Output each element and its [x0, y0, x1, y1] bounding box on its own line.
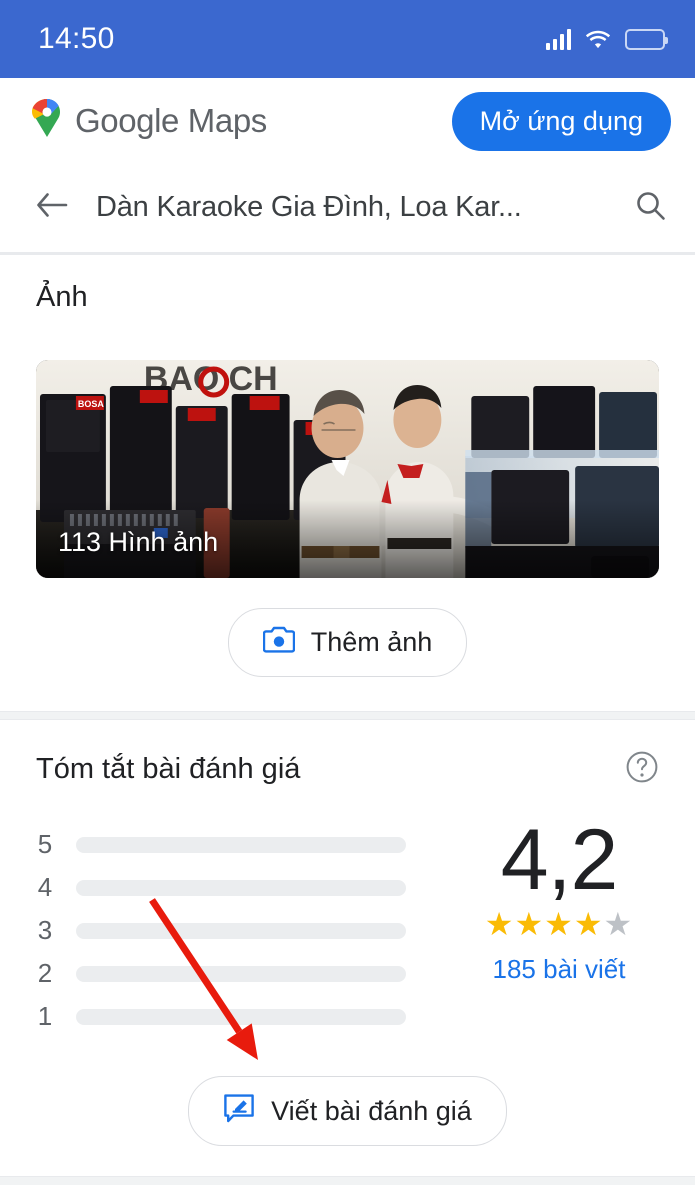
- camera-icon: [262, 626, 295, 659]
- add-photo-button[interactable]: Thêm ảnh: [227, 608, 468, 677]
- wifi-icon: [585, 29, 611, 49]
- mobile-screen: 14:50 Google Maps Mở ứng dụng Dàn Karaok…: [0, 0, 695, 1200]
- rate-review-icon: [223, 1094, 255, 1128]
- rating-bar-label: 1: [37, 1001, 53, 1031]
- signal-bars-icon: [545, 28, 571, 50]
- rating-score-column: 4,2 ★★★★★ 185 bài viết: [459, 812, 659, 985]
- review-summary-section: Tóm tắt bài đánh giá 5 4 3 2 1 4,2 ★★★★★…: [0, 720, 695, 1176]
- status-icons-group: [545, 28, 668, 50]
- rating-bars-column: 5 4 3 2 1: [36, 819, 447, 1038]
- rating-bar-track: [76, 836, 406, 853]
- rating-bar-track: [76, 1008, 406, 1025]
- photo-thumbnail[interactable]: BAO CH BOSA 113 Hình ảnh: [36, 360, 659, 578]
- rating-stars: ★★★★★: [459, 908, 659, 940]
- rating-bar-track: [76, 879, 406, 896]
- write-review-button[interactable]: Viết bài đánh giá: [188, 1076, 507, 1146]
- review-summary-title: Tóm tắt bài đánh giá: [36, 753, 301, 785]
- photos-section: Ảnh BAO CH BOSA 113 Hình ảnh Thêm ảnh: [0, 255, 695, 711]
- help-circle-icon[interactable]: [625, 750, 659, 789]
- star-3-icon: ★: [544, 906, 574, 943]
- section-divider: [0, 711, 695, 720]
- status-clock: 14:50: [38, 22, 115, 55]
- rating-bar-row: 1: [36, 995, 447, 1038]
- rating-bar-label: 2: [37, 958, 53, 988]
- brand-word-google: Google: [75, 102, 180, 139]
- rating-bar-row: 4: [36, 866, 447, 909]
- bottom-section-divider: [0, 1176, 695, 1185]
- add-photo-row: Thêm ảnh: [0, 578, 695, 711]
- photo-count-caption: 113 Hình ảnh: [58, 527, 219, 557]
- rating-bar-label: 5: [37, 829, 53, 859]
- rating-breakdown: 5 4 3 2 1 4,2 ★★★★★ 185 bài viết: [0, 789, 695, 1038]
- rating-score: 4,2: [500, 812, 619, 908]
- star-5-icon: ★: [603, 906, 634, 943]
- brand-word-maps: Maps: [187, 102, 268, 139]
- star-2-icon: ★: [514, 906, 545, 943]
- brand-title: Google Maps: [75, 102, 267, 140]
- brand-bar: Google Maps Mở ứng dụng: [0, 78, 695, 164]
- rating-bar-row: 3: [36, 909, 447, 952]
- svg-text:BOSA: BOSA: [78, 399, 104, 409]
- google-maps-pin-icon: [30, 99, 64, 143]
- write-review-row: Viết bài đánh giá: [0, 1038, 695, 1176]
- status-bar: 14:50: [0, 0, 695, 78]
- rating-bar-track: [76, 922, 406, 939]
- rating-bar-row: 2: [36, 952, 447, 995]
- battery-icon: [625, 28, 668, 50]
- star-4-icon: ★: [573, 906, 604, 943]
- star-1-icon: ★: [484, 906, 515, 943]
- google-maps-brand[interactable]: Google Maps: [30, 99, 267, 143]
- rating-bar-label: 4: [37, 872, 53, 902]
- review-summary-header: Tóm tắt bài đánh giá: [0, 750, 695, 789]
- photos-section-title: Ảnh: [36, 281, 88, 313]
- add-photo-label: Thêm ảnh: [310, 627, 433, 657]
- rating-bar-row: 5: [36, 823, 447, 866]
- rating-bar-track: [76, 965, 406, 982]
- search-input[interactable]: Dàn Karaoke Gia Đình, Loa Kar...: [82, 191, 620, 224]
- all-reviews-section-clipped[interactable]: Tất cả các bài đánh giá: [0, 1185, 695, 1200]
- search-bar: Dàn Karaoke Gia Đình, Loa Kar...: [0, 164, 695, 252]
- review-count-link[interactable]: 185 bài viết: [459, 954, 659, 985]
- write-review-label: Viết bài đánh giá: [271, 1095, 472, 1126]
- search-icon[interactable]: [634, 189, 667, 227]
- back-arrow-icon[interactable]: [34, 190, 68, 225]
- rating-bar-label: 3: [37, 915, 53, 945]
- open-app-button[interactable]: Mở ứng dụng: [451, 91, 671, 151]
